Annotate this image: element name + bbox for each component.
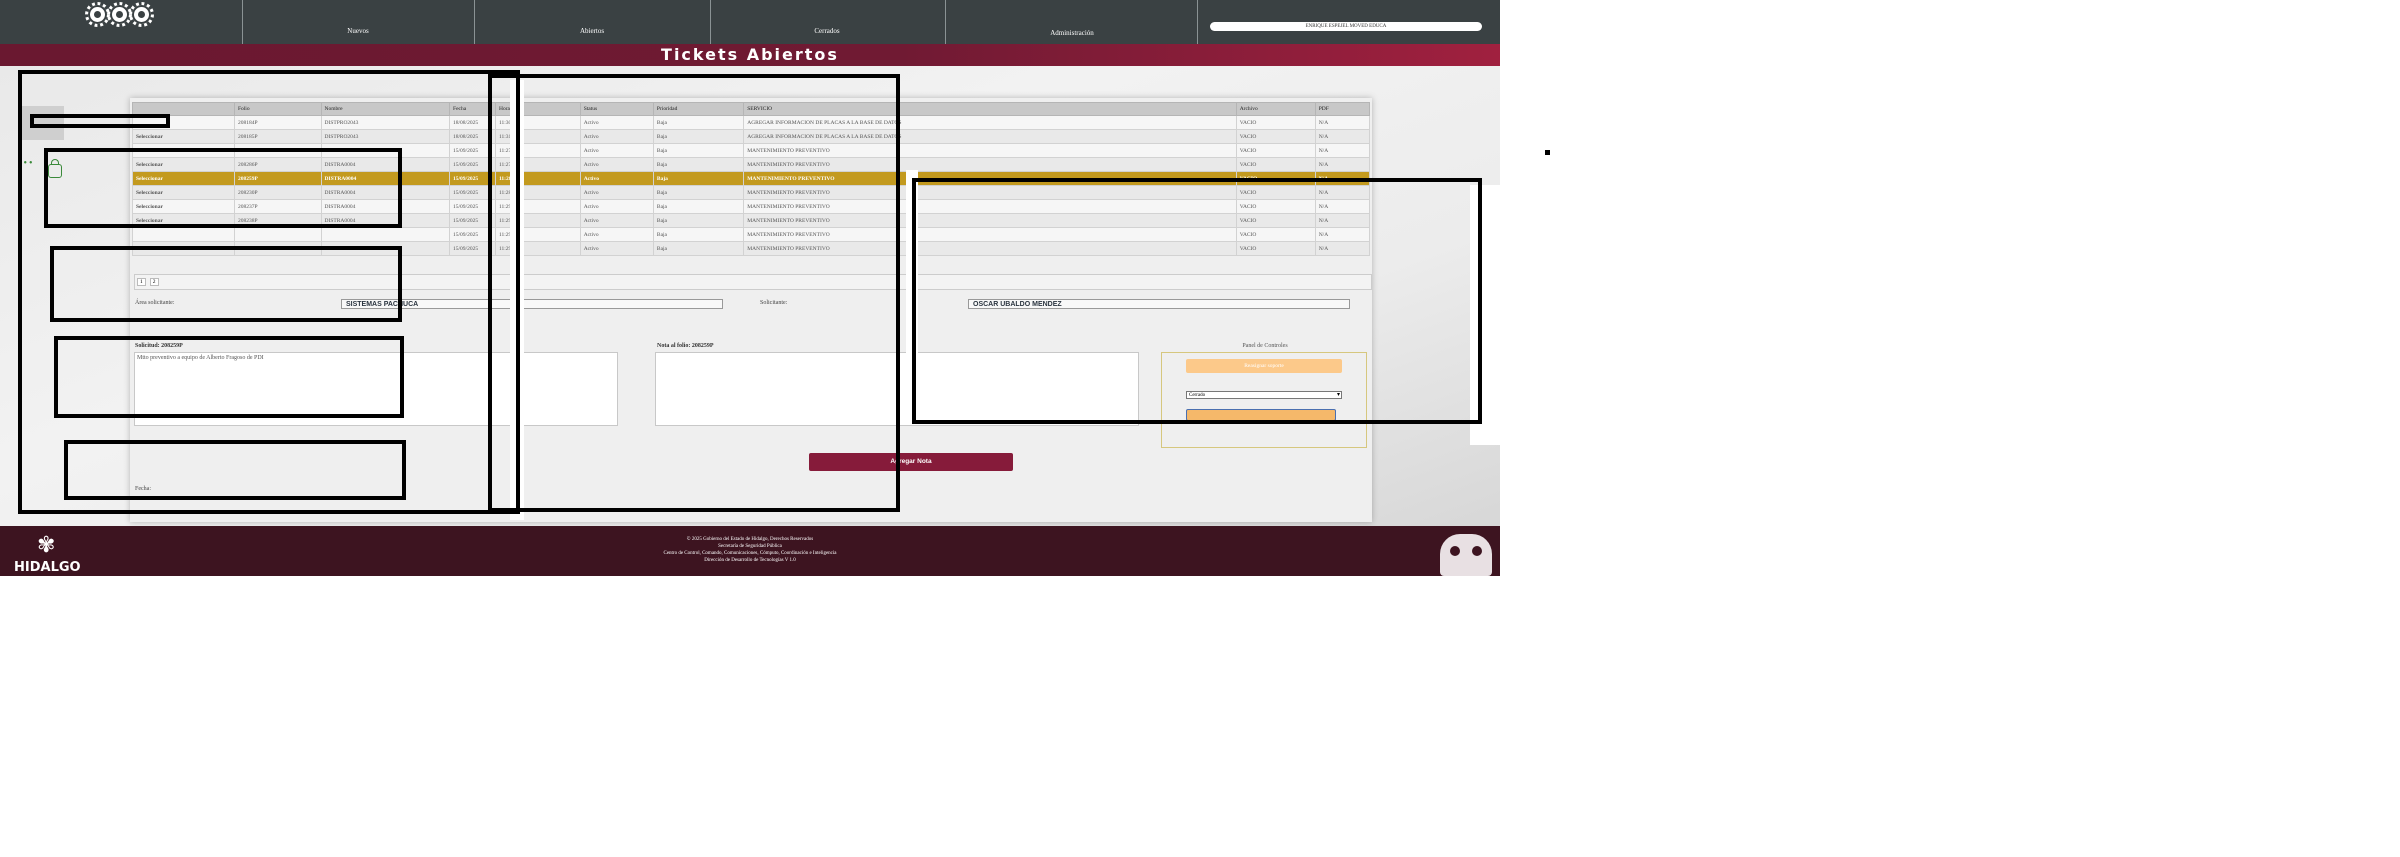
nav-item-nuevos[interactable]: Nuevos xyxy=(328,27,388,35)
nav-divider xyxy=(945,0,946,44)
footer-line: Centro de Control, Comando, Comunicacion… xyxy=(663,551,837,556)
gear-icon xyxy=(85,2,110,27)
gear-icon xyxy=(129,2,154,27)
column-header: PDF xyxy=(1314,102,1371,116)
app-window: Nuevos Abiertos Cerrados Administración … xyxy=(0,0,1500,576)
footer-line: Secretaría de Seguridad Pública xyxy=(718,544,782,549)
user-box[interactable]: ENRIQUE ESPEJEL MOVED EDUCA xyxy=(1210,22,1482,31)
stray-dot xyxy=(1545,150,1550,155)
footer-line: © 2025 Gobierno del Estado de Hidalgo, D… xyxy=(686,537,814,542)
gear-icon xyxy=(107,2,132,27)
page-title: Tickets Abiertos xyxy=(661,45,839,64)
top-navigation: Nuevos Abiertos Cerrados Administración … xyxy=(0,0,1500,44)
gears-logo xyxy=(85,2,154,27)
outline-box xyxy=(50,246,402,322)
nav-divider xyxy=(710,0,711,44)
footer: ✾ HIDALGO © 2025 Gobierno del Estado de … xyxy=(0,526,1500,576)
nav-item-administracion[interactable]: Administración xyxy=(1042,29,1102,37)
owl-emblem-icon xyxy=(1440,534,1492,576)
nav-item-abiertos[interactable]: Abiertos xyxy=(562,27,622,35)
nav-divider xyxy=(474,0,475,44)
footer-text: © 2025 Gobierno del Estado de Hidalgo, D… xyxy=(0,536,1500,564)
table-cell: N/A xyxy=(1314,157,1371,172)
outline-box xyxy=(54,336,404,418)
outline-box xyxy=(44,148,402,228)
table-cell: VACIO xyxy=(1235,157,1316,172)
table-cell: N/A xyxy=(1314,129,1371,144)
nav-divider xyxy=(242,0,243,44)
nav-item-cerrados[interactable]: Cerrados xyxy=(797,27,857,35)
outline-box xyxy=(64,440,406,500)
table-cell: VACIO xyxy=(1235,129,1316,144)
outline-box xyxy=(30,114,170,128)
nav-divider xyxy=(1197,0,1198,44)
title-band: Tickets Abiertos xyxy=(0,44,1500,66)
table-cell: VACIO xyxy=(1235,115,1316,130)
outline-box xyxy=(488,74,900,512)
table-cell: N/A xyxy=(1314,143,1371,158)
column-header: Archivo xyxy=(1235,102,1316,116)
footer-line: Dirección de Desarrollo de Tecnologías V… xyxy=(704,558,796,563)
table-cell: VACIO xyxy=(1235,143,1316,158)
outline-box xyxy=(912,178,1482,424)
table-cell: N/A xyxy=(1314,115,1371,130)
